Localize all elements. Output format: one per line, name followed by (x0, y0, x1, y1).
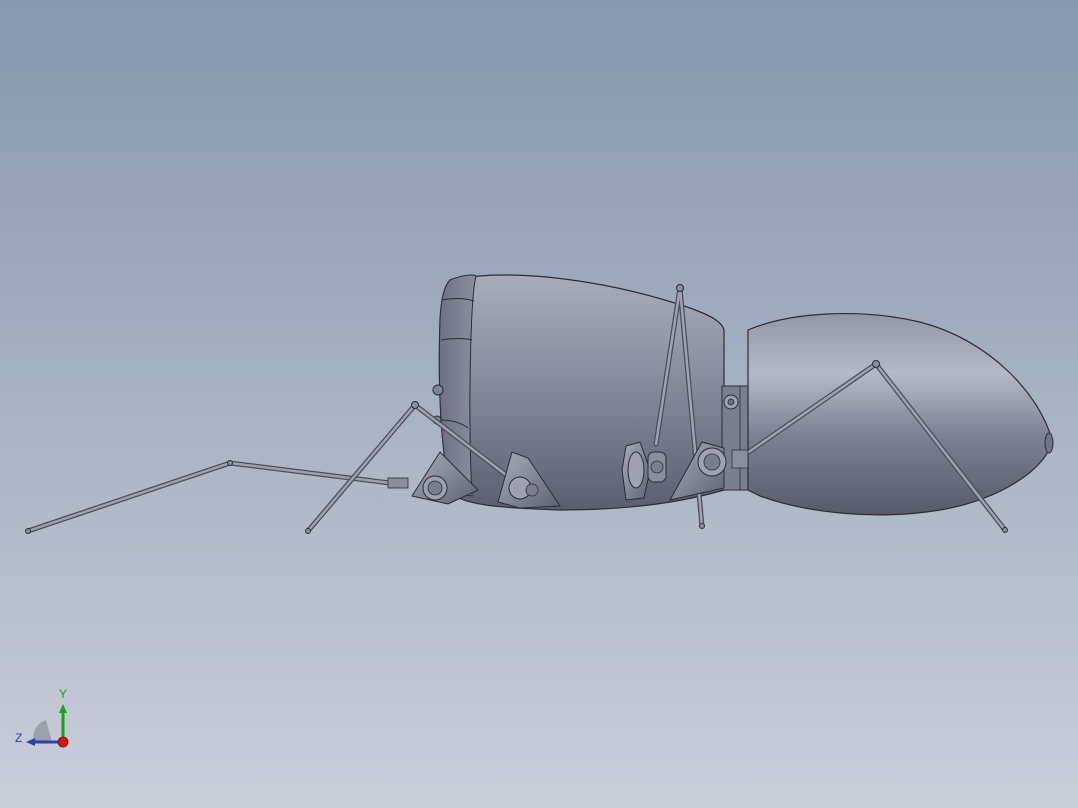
y-axis-label: Y (59, 687, 68, 701)
knee-joint (872, 360, 880, 368)
z-axis-label: Z (15, 731, 23, 745)
triad-plane-icon (33, 720, 52, 742)
knee-joint (411, 401, 419, 409)
abdomen-shell[interactable] (747, 313, 1054, 516)
view-orientation-triad-icon[interactable]: Y Z (10, 686, 80, 756)
knee-joint (676, 284, 684, 292)
waist-connector[interactable] (721, 385, 749, 491)
graphics-area[interactable]: Y Z (0, 0, 1078, 808)
x-axis-dot (57, 736, 69, 748)
ant-robot-model[interactable] (0, 0, 1078, 808)
leg-front-left-inner[interactable] (26, 461, 400, 533)
leg-front-left[interactable] (25, 460, 401, 534)
